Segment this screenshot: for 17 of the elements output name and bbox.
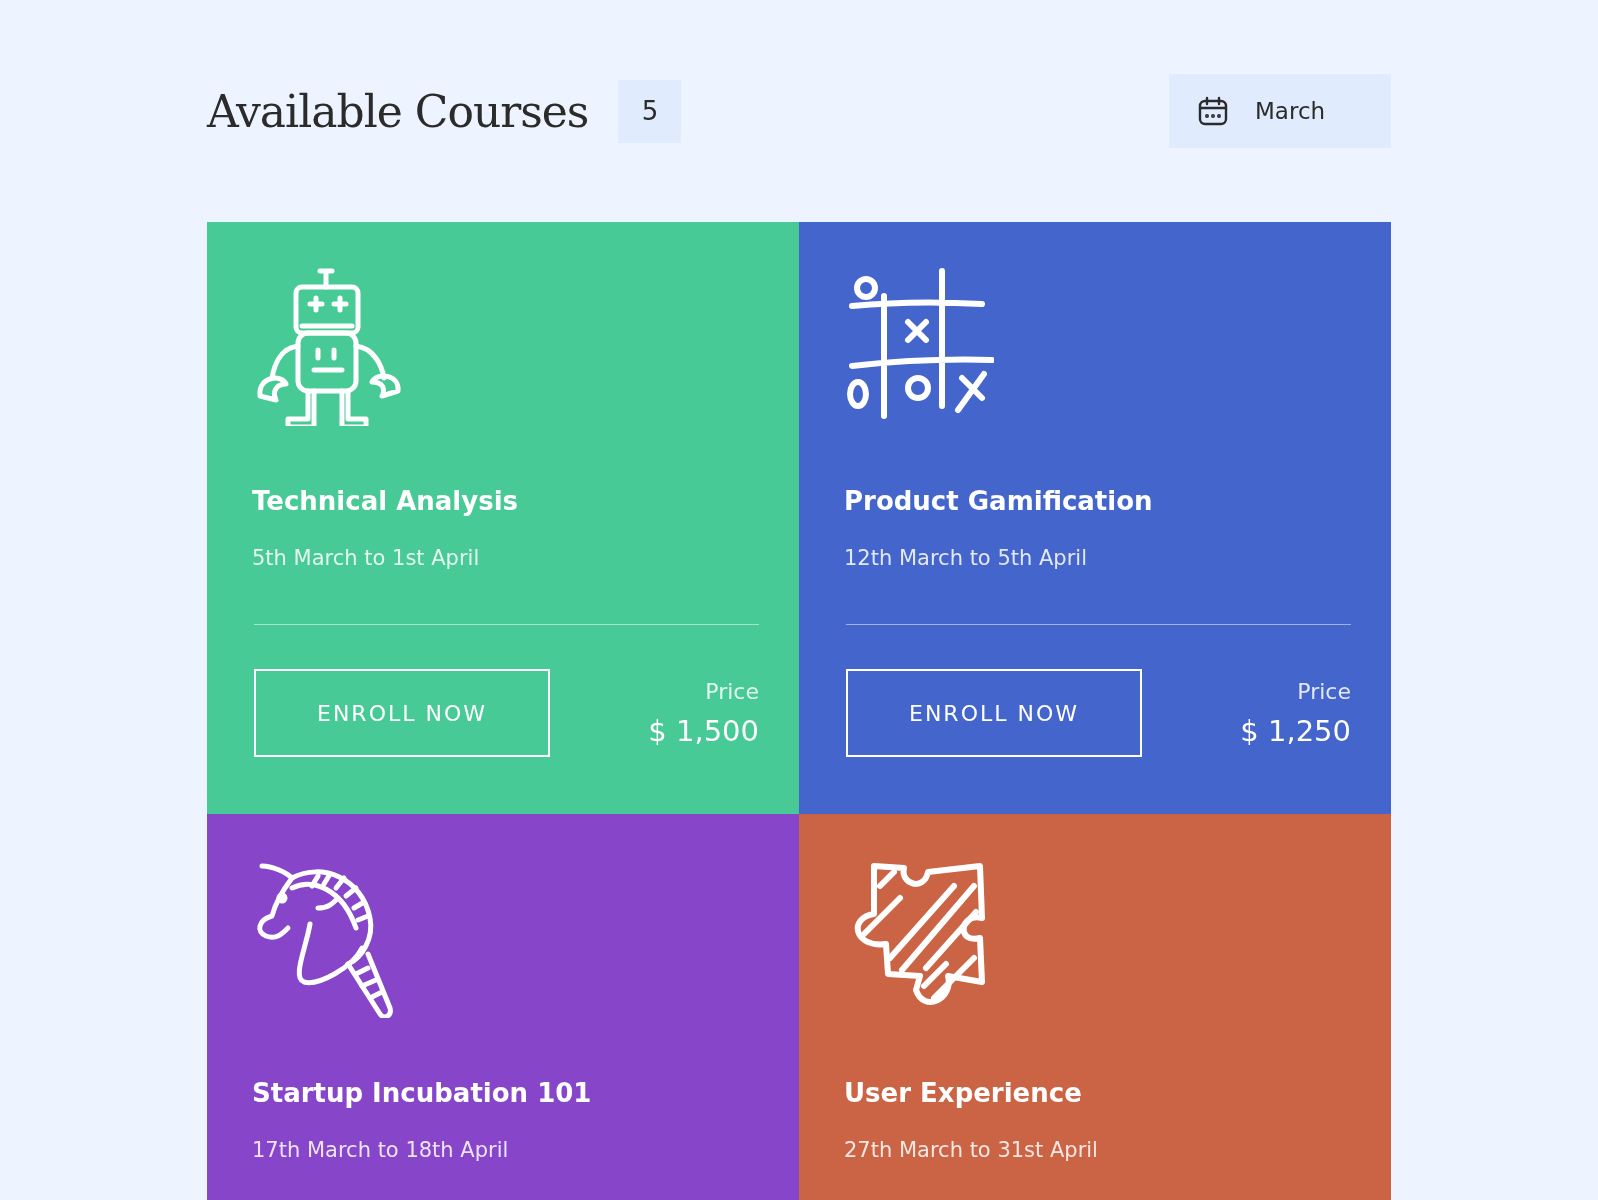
calendar-icon [1197, 95, 1229, 127]
price-label: Price [1297, 678, 1351, 704]
course-title: Startup Incubation 101 [252, 1078, 593, 1108]
course-title: Technical Analysis [252, 486, 520, 516]
course-dates: 27th March to 31st April [844, 1138, 1099, 1162]
price-value: $ 1,500 [648, 713, 759, 748]
price-value: $ 1,250 [1240, 713, 1351, 748]
page-title: Available Courses [207, 85, 589, 137]
course-count: 5 [618, 79, 682, 143]
course-title: User Experience [844, 1078, 1083, 1108]
course-dates: 5th March to 1st April [252, 546, 481, 570]
course-dates: 17th March to 18th April [252, 1138, 510, 1162]
course-title: Product Gamification [844, 486, 1154, 516]
enroll-button[interactable]: ENROLL NOW [846, 669, 1142, 757]
month-picker-button[interactable]: March [1169, 74, 1391, 148]
price-label: Price [705, 678, 759, 704]
course-dates: 12th March to 5th April [844, 546, 1088, 570]
